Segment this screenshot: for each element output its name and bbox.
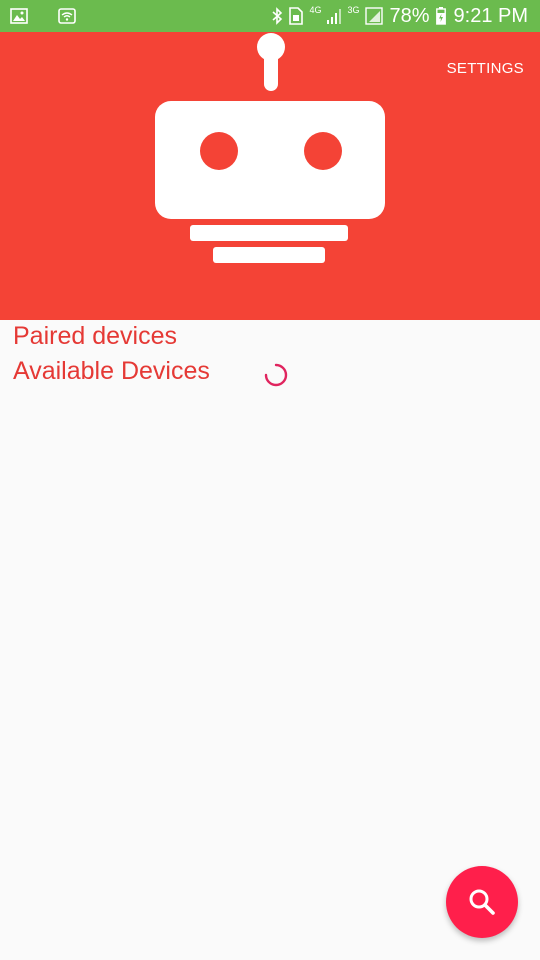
signal-strength-icon bbox=[327, 8, 342, 24]
status-bar: 4G 3G 78% 9:21 PM bbox=[0, 0, 540, 32]
status-bar-system: 4G 3G 78% 9:21 PM bbox=[271, 0, 528, 32]
loading-spinner-icon bbox=[264, 363, 288, 387]
gallery-notification-icon bbox=[10, 8, 28, 24]
clock: 9:21 PM bbox=[453, 4, 528, 27]
battery-charging-icon bbox=[435, 7, 446, 25]
network-type-4g: 4G bbox=[309, 5, 322, 15]
signal-strength-2-icon bbox=[365, 7, 384, 25]
bluetooth-icon bbox=[271, 7, 283, 25]
search-icon bbox=[469, 889, 495, 915]
paired-devices-heading: Paired devices bbox=[13, 322, 177, 350]
search-devices-button[interactable] bbox=[446, 866, 518, 938]
status-bar-notifications bbox=[10, 6, 76, 26]
available-devices-heading: Available Devices bbox=[13, 357, 210, 385]
network-type-3g: 3G bbox=[347, 5, 360, 15]
app-header: SETTINGS bbox=[0, 32, 540, 320]
sim-card-icon bbox=[289, 7, 304, 25]
settings-button[interactable]: SETTINGS bbox=[447, 60, 524, 77]
battery-percentage: 78% bbox=[389, 4, 430, 27]
wifi-hotspot-notification-icon bbox=[58, 8, 76, 24]
robot-icon bbox=[155, 33, 385, 263]
